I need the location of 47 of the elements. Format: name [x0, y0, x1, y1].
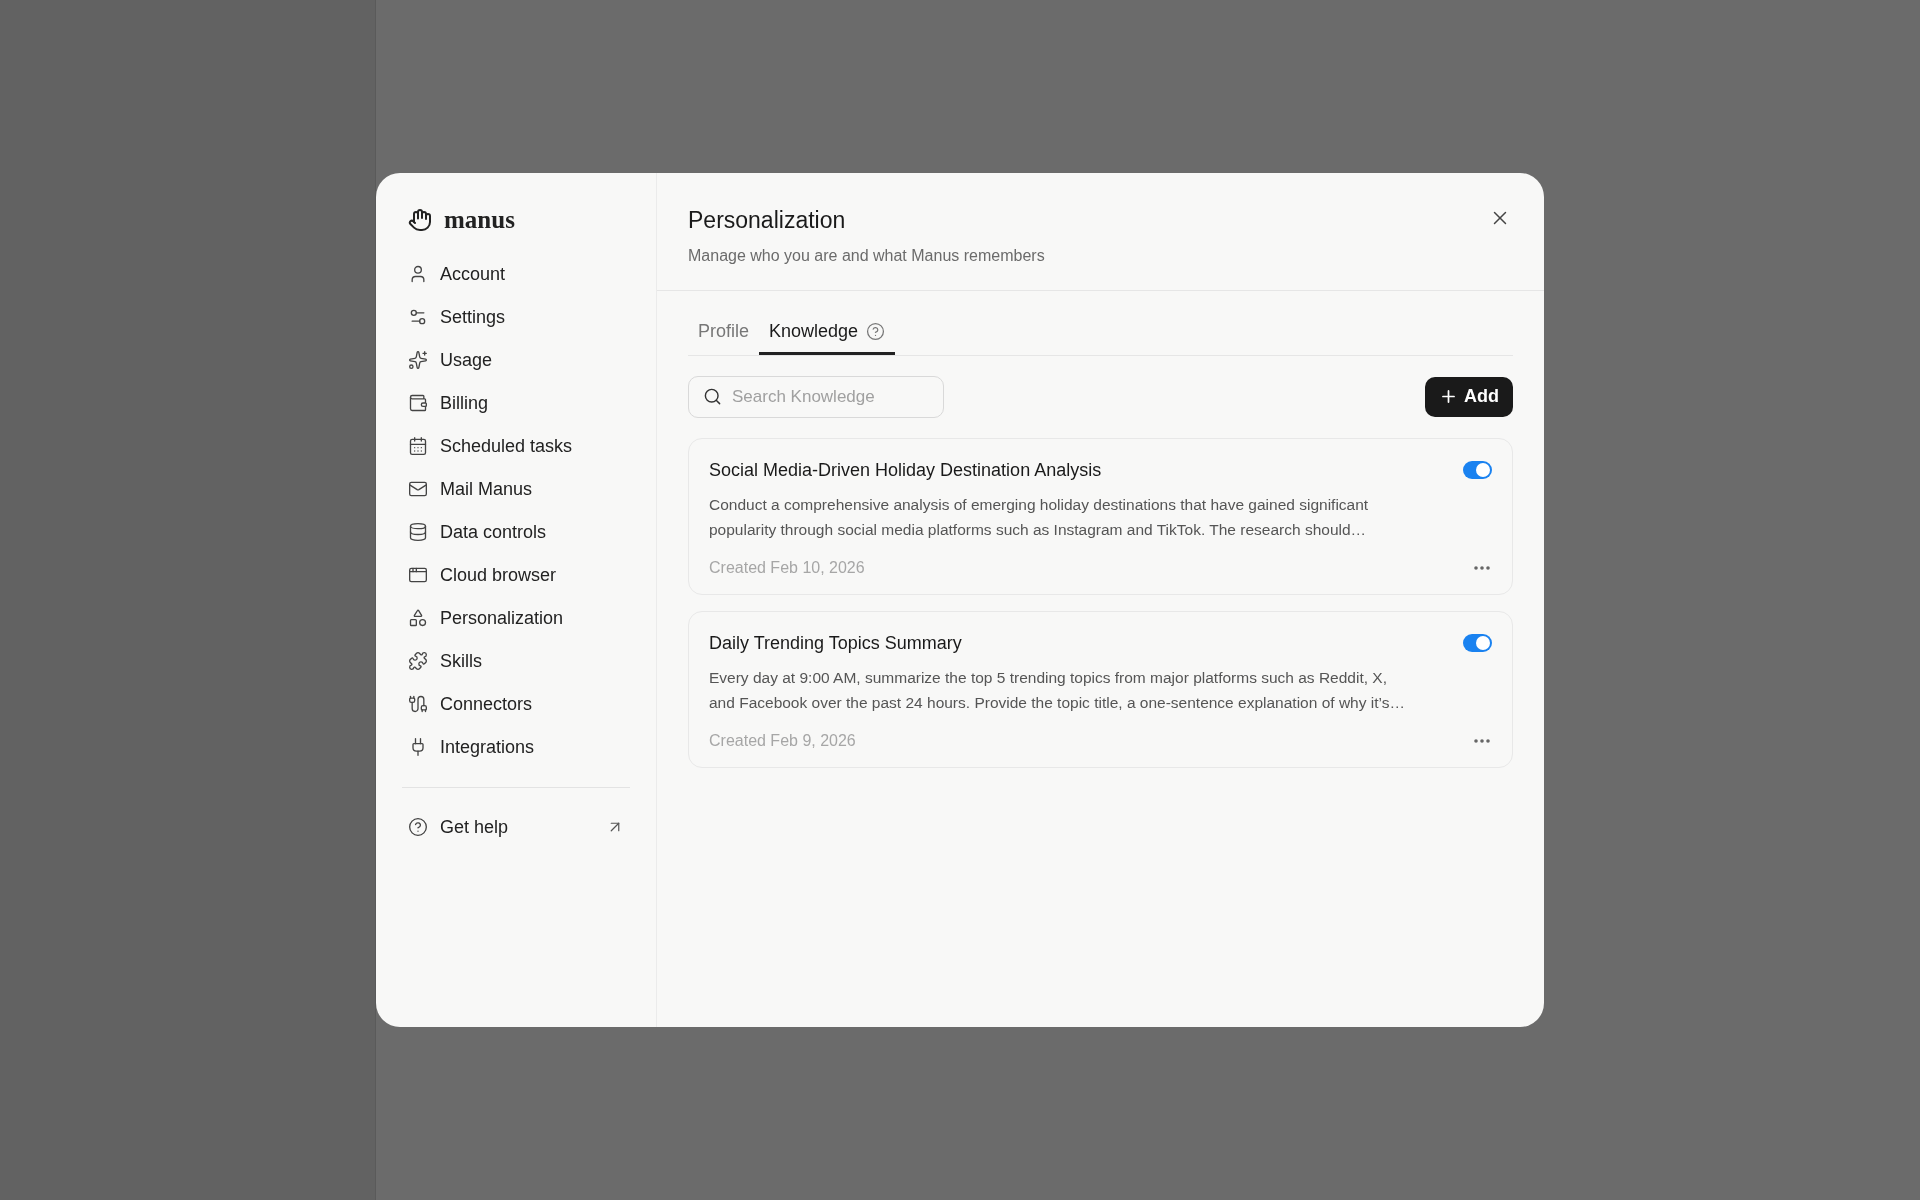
more-button[interactable]	[1472, 736, 1492, 745]
calendar-icon	[408, 436, 428, 456]
nav-item[interactable]: Integrations	[402, 725, 630, 769]
dialog-title: Personalization	[688, 206, 847, 235]
sliders-icon	[408, 307, 428, 327]
shapes-icon	[408, 608, 428, 628]
nav-item[interactable]: Cloud browser	[402, 553, 630, 597]
sparkle-icon	[408, 350, 428, 370]
nav-item[interactable]: Data controls	[402, 510, 630, 554]
nav-item[interactable]: Settings	[402, 295, 630, 339]
brand-name: manus	[444, 205, 515, 235]
database-icon	[408, 522, 428, 542]
toggle-switch[interactable]	[1463, 461, 1492, 479]
nav-item[interactable]: Billing	[402, 381, 630, 425]
mail-icon	[408, 479, 428, 499]
created-date: Created Feb 9, 2026	[709, 730, 856, 751]
help-icon	[866, 321, 886, 341]
nav-item[interactable]: Skills	[402, 639, 630, 683]
more-button[interactable]	[1472, 563, 1492, 572]
toggle-switch[interactable]	[1463, 634, 1492, 652]
window-icon	[408, 565, 428, 585]
logo-icon	[408, 207, 432, 232]
created-date: Created Feb 10, 2026	[709, 557, 865, 578]
card-description: Conduct a comprehensive analysis of emerging holiday destinations that have gained significant popularity through social media platforms such as Instagram and TikTok. The research should…	[709, 494, 1370, 540]
cable-icon	[408, 694, 428, 714]
dialog-subtitle: Manage who you are and what Manus remembers	[688, 245, 1046, 266]
nav-item[interactable]: Usage	[402, 338, 630, 382]
nav-item[interactable]: Mail Manus	[402, 467, 630, 511]
help-icon	[408, 817, 428, 837]
plus-icon	[1439, 387, 1458, 406]
tab[interactable]: Profile	[688, 310, 760, 355]
more-icon	[1474, 738, 1490, 743]
search-field[interactable]: Search Knowledge	[688, 375, 944, 418]
card-title: Social Media-Driven Holiday Destination Analysis	[709, 458, 1102, 482]
nav-item[interactable]: Connectors	[402, 682, 630, 726]
card-description: Every day at 9:00 AM, summarize the top 5 trending topics from major platforms such as Reddit, X, and Facebook over the past 24 hours. Provide the topic title, a one-sentence explanation of why it’s…	[709, 667, 1406, 713]
card-title: Daily Trending Topics Summary	[709, 631, 962, 655]
get-help-link[interactable]: Get help	[402, 805, 630, 849]
puzzle-icon	[408, 651, 428, 671]
nav-item[interactable]: Scheduled tasks	[402, 424, 630, 468]
tab[interactable]: Knowledge	[759, 310, 896, 355]
wallet-icon	[408, 393, 428, 413]
nav-item[interactable]: Account	[402, 252, 630, 296]
more-icon	[1474, 565, 1490, 570]
nav-item[interactable]: Personalization	[402, 596, 630, 640]
add-button[interactable]: Add	[1425, 376, 1513, 417]
search-icon	[703, 386, 722, 406]
